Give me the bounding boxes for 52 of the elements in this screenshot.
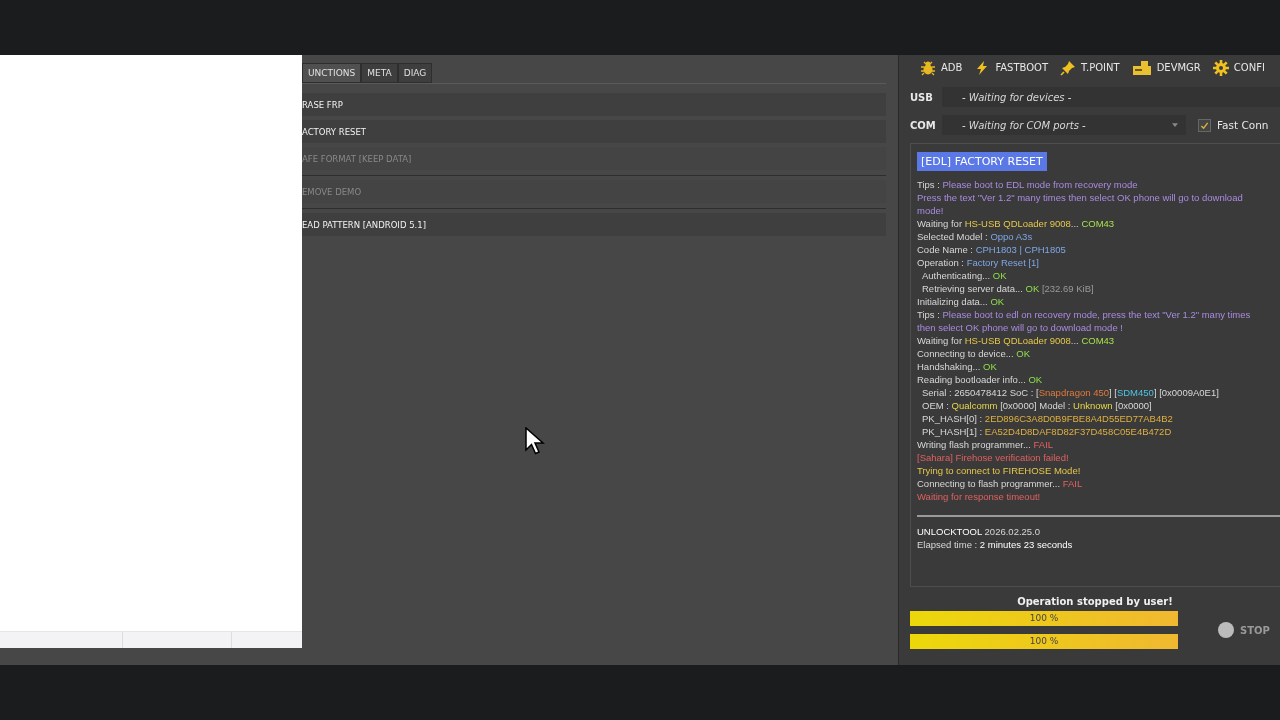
bug-icon (920, 59, 936, 76)
log-line: OEM : Qualcomm [0x0000] Model : Unknown [0x0000] (921, 399, 1152, 412)
function-button[interactable]: ACTORY RESET (302, 120, 886, 143)
check-icon (1200, 120, 1209, 130)
tab[interactable]: DIAG (397, 63, 433, 83)
log-line: [Sahara] Firehose verification failed! (917, 451, 1069, 464)
log-line: UNLOCKTOOL 2026.02.25.0 (917, 525, 1041, 538)
dropdown-caret-icon (1172, 123, 1178, 127)
log-line: Retrieving server data... OK [232.69 KiB] (921, 282, 1094, 295)
com-label: COM (910, 119, 937, 131)
function-button[interactable]: EAD PATTERN [ANDROID 5.1] (302, 213, 886, 236)
log-line: Waiting for HS-USB QDLoader 9008... COM43 (917, 217, 1115, 230)
log-line: Code Name : CPH1803 | CPH1805 (917, 243, 1066, 256)
toolbar-button[interactable]: CONFI (1212, 59, 1265, 76)
log-line: Waiting for response timeout! (917, 490, 1041, 503)
log-line: Operation : Factory Reset [1] (917, 256, 1039, 269)
log-line: Selected Model : Oppo A3s (917, 230, 1033, 243)
function-button[interactable]: RASE FRP (302, 93, 886, 116)
log-line: Press the text "Ver 1.2" many times then select OK phone will go to download mode! (917, 191, 1244, 217)
toolbar-button[interactable]: T.POINT (1060, 59, 1120, 76)
fast-connect-checkbox[interactable]: Fast Conn (1198, 118, 1269, 132)
mouse-cursor-icon (525, 427, 545, 455)
gear-icon (1212, 59, 1229, 76)
progress-bar: 100 % (910, 611, 1178, 626)
log-line: Elapsed time : 2 minutes 23 seconds (917, 538, 1073, 551)
progress-bar: 100 % (910, 634, 1178, 649)
toolbar-button[interactable]: DEVMGR (1131, 59, 1201, 76)
log-line: Writing flash programmer... FAIL (917, 438, 1054, 451)
log-line: Tips : Please boot to edl on recovery mode, press the text "Ver 1.2" many times then select OK phone will go to download mode ! (917, 308, 1252, 334)
usb-label: USB (910, 91, 934, 103)
log-line: Tips : Please boot to EDL mode from recovery mode (917, 178, 1138, 191)
log-line: Connecting to device... OK (917, 347, 1031, 360)
log-title: [EDL] FACTORY RESET (917, 152, 1047, 171)
log-line: Connecting to flash programmer... FAIL (917, 477, 1083, 490)
log-line: Serial : 2650478412 SoC : [Snapdragon 450] [SDM450] [0x0009A0E1] (921, 386, 1219, 399)
log-line: PK_HASH[0] : 2ED896C3A8D0B9FBE8A4D55ED77AB4B2 (921, 412, 1173, 425)
log-line: Waiting for HS-USB QDLoader 9008... COM43 (917, 334, 1115, 347)
log-line: Trying to connect to FIREHOSE Mode! (917, 464, 1081, 477)
log-line: Reading bootloader info... OK (917, 373, 1043, 386)
toolbar-button[interactable]: FASTBOOT (974, 59, 1049, 76)
toolbar-button[interactable]: ADB (920, 59, 963, 76)
tab[interactable]: META (361, 63, 398, 83)
log-line: Handshaking... OK (917, 360, 997, 373)
tab[interactable]: UNCTIONS (302, 63, 362, 83)
status-message: Operation stopped by user! (1016, 596, 1174, 607)
usb-dropdown[interactable]: - Waiting for devices - (942, 87, 1280, 107)
log-line: PK_HASH[1] : EA52D4D8DAF8D82F37D458C05E4B472D (921, 425, 1172, 438)
log-line: Initializing data... OK (917, 295, 1005, 308)
device-icon (1131, 59, 1152, 76)
pin-icon (1060, 59, 1077, 76)
com-dropdown[interactable]: - Waiting for COM ports - (942, 115, 1186, 135)
log-line: Authenticating... OK (921, 269, 1007, 282)
